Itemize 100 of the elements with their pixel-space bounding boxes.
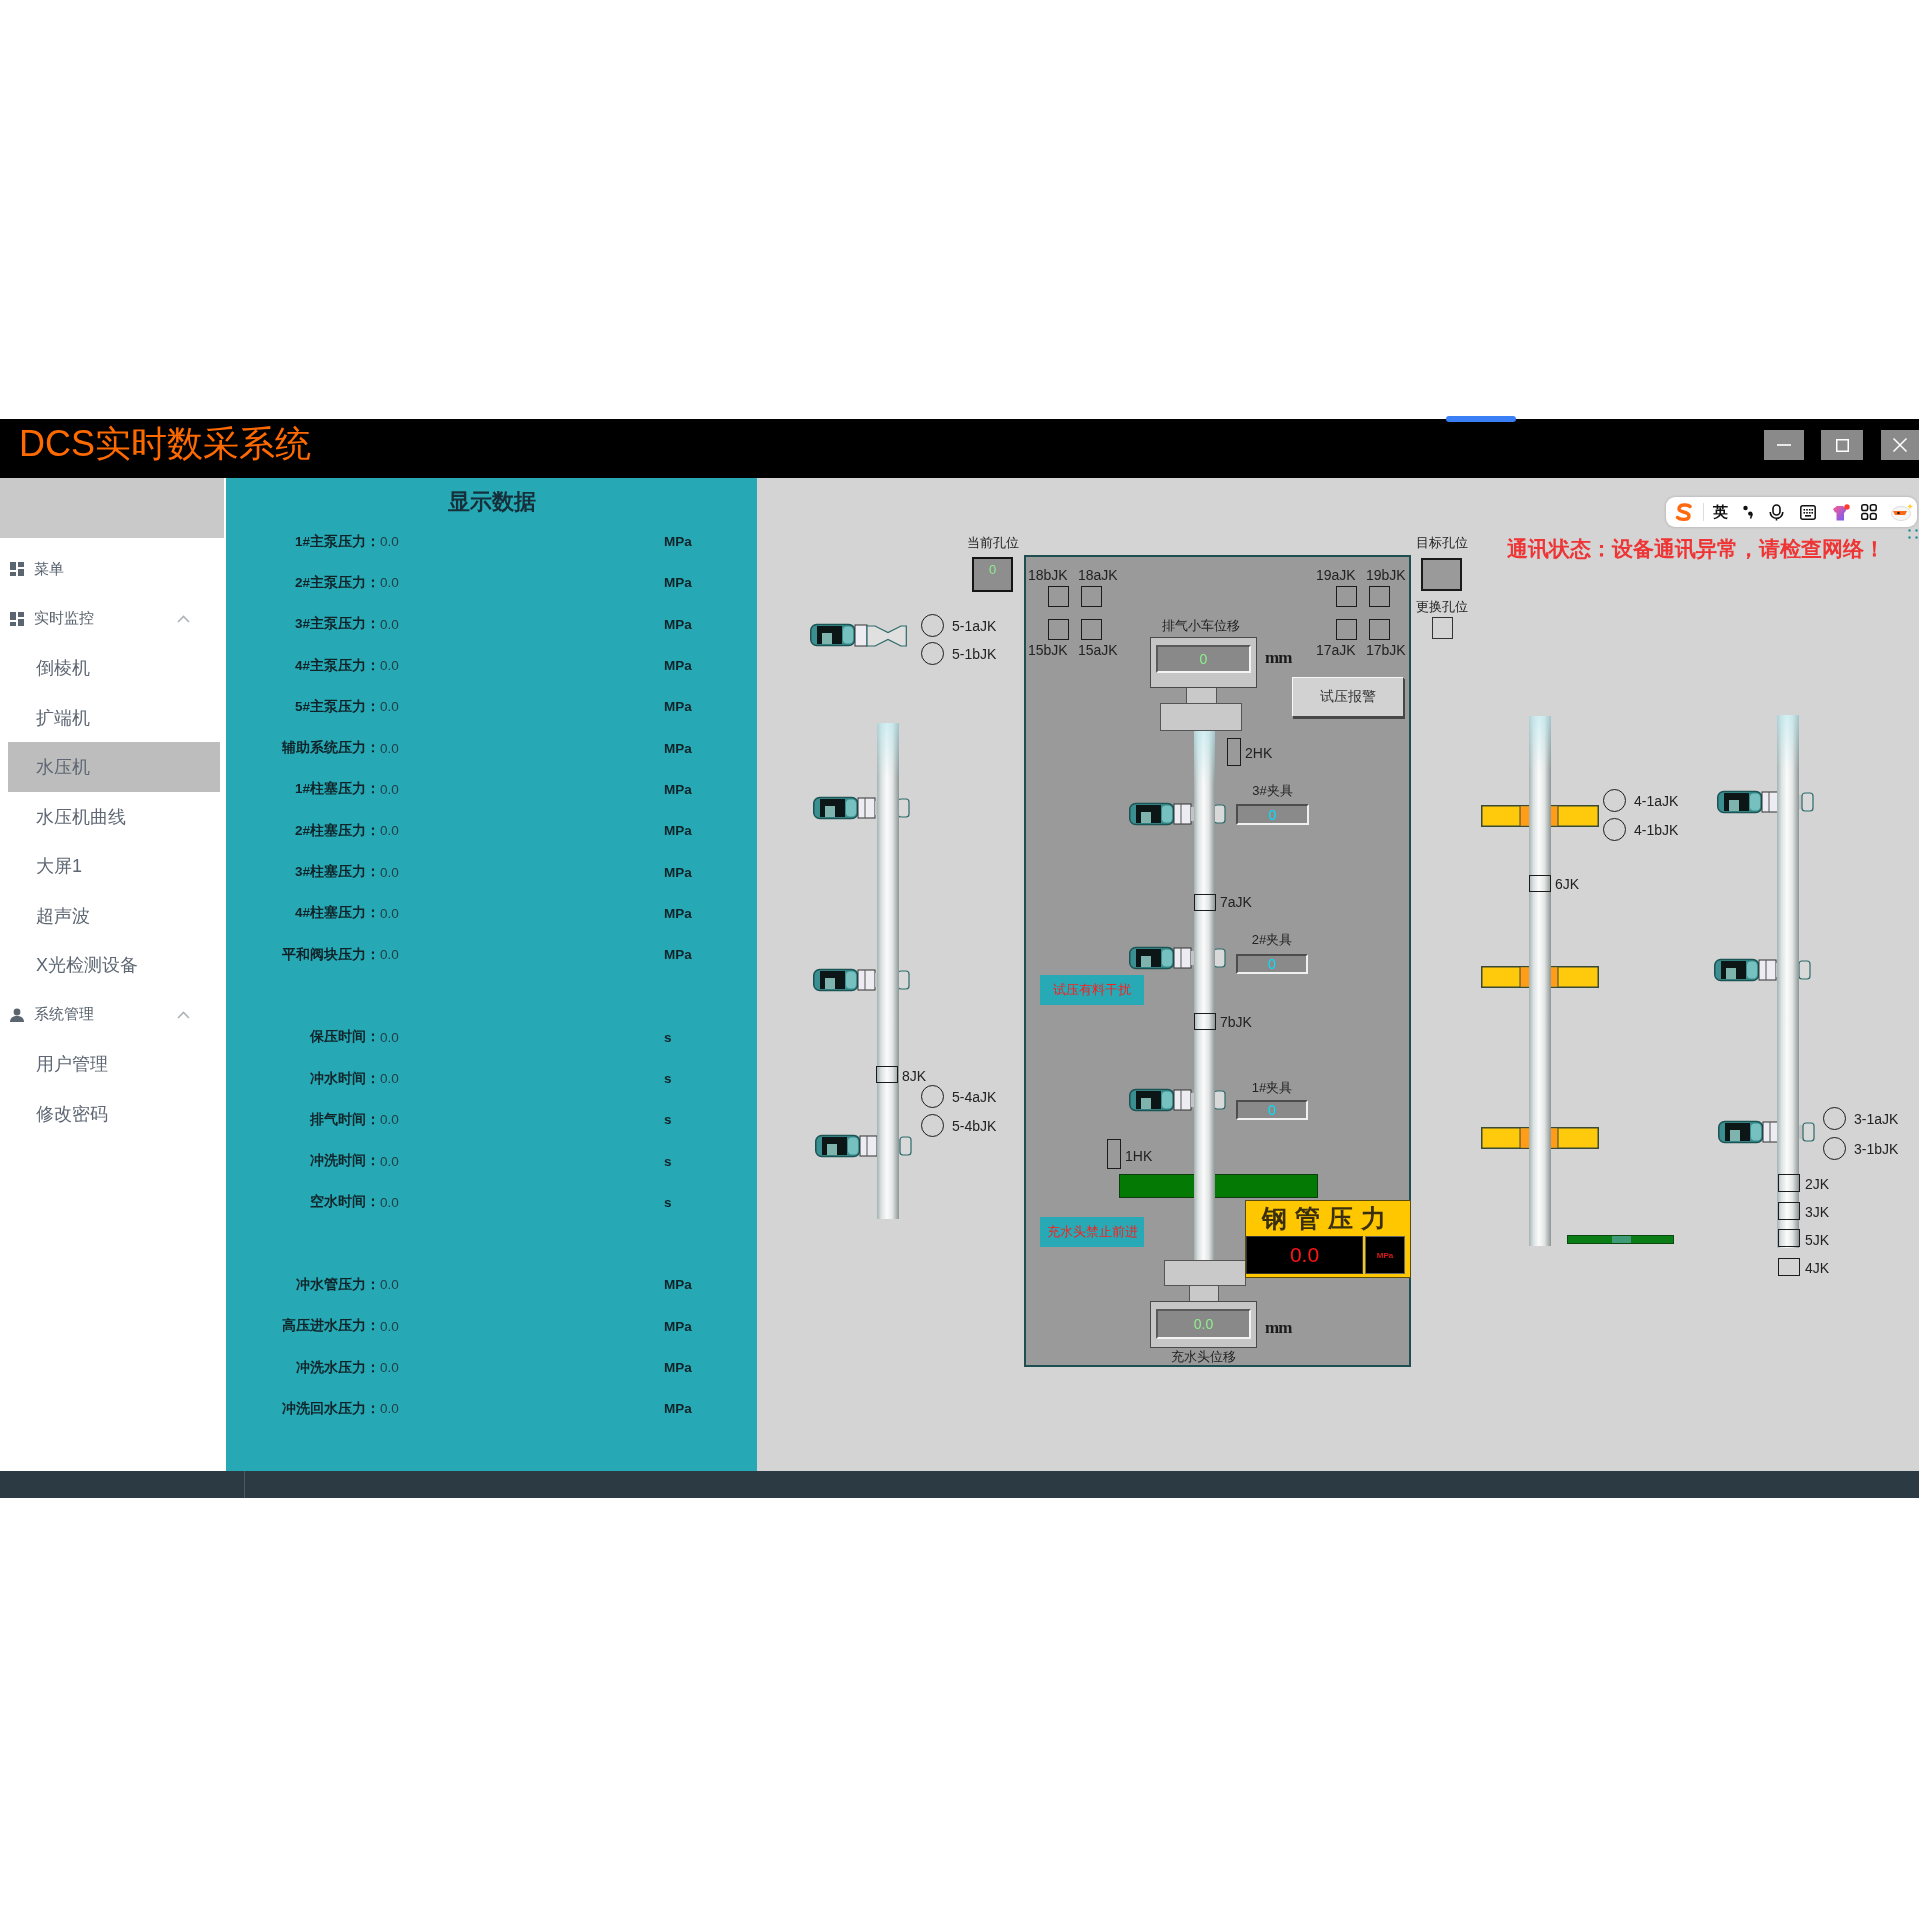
- indicator-label: 3-1bJK: [1854, 1140, 1899, 1157]
- clamp-label: 3#夹具: [1252, 783, 1293, 799]
- grid-icon: [10, 611, 24, 626]
- alarm-button[interactable]: 试压报警: [1292, 677, 1404, 717]
- data-label: 3#主泵压力：: [294, 615, 380, 634]
- display-label: 排气小车位移: [1162, 618, 1240, 634]
- data-unit: MPa: [664, 1401, 692, 1417]
- data-label: 排气时间：: [310, 1110, 380, 1129]
- grid-icon[interactable]: [1861, 504, 1878, 520]
- data-label: 平和阀块压力：: [282, 945, 380, 964]
- data-unit: s: [664, 1153, 672, 1169]
- data-label: 5#主泵压力：: [294, 697, 380, 716]
- data-label: 2#主泵压力：: [294, 573, 380, 592]
- indicator-label: 3JK: [1805, 1204, 1830, 1220]
- indicator-label: 5-4bJK: [952, 1117, 997, 1134]
- language-toggle[interactable]: 英: [1712, 503, 1728, 521]
- chevron-up-icon[interactable]: [177, 614, 190, 623]
- maximize-button[interactable]: [1821, 430, 1863, 460]
- menu-group-label[interactable]: 系统管理: [34, 1005, 94, 1025]
- data-label: 冲洗水压力：: [296, 1358, 380, 1377]
- menu-group-label[interactable]: 实时监控: [34, 609, 94, 629]
- data-unit: MPa: [664, 1277, 692, 1293]
- clamp-readout: 0: [1236, 954, 1308, 974]
- unit-label: mm: [1265, 1319, 1292, 1337]
- data-label: 4#主泵压力：: [294, 656, 380, 675]
- data-value: 0.0: [380, 658, 399, 674]
- data-unit: s: [664, 1071, 672, 1086]
- clamp-label: 1#夹具: [1251, 1080, 1293, 1096]
- data-value: 0.0: [380, 1071, 399, 1086]
- data-unit: s: [664, 1112, 672, 1128]
- indicator-label: 5-1aJK: [952, 617, 997, 634]
- data-unit: MPa: [664, 534, 692, 550]
- data-value: 0.0: [380, 1401, 399, 1417]
- microphone-icon[interactable]: [1768, 503, 1784, 521]
- indicator-label: 4JK: [1805, 1260, 1830, 1276]
- indicator-label: 4-1bJK: [1634, 821, 1679, 838]
- indicator-label: 6JK: [1555, 876, 1580, 892]
- data-unit: MPa: [664, 699, 692, 715]
- grid-icon: [10, 562, 24, 577]
- pressure-title: 钢管压力: [1262, 1203, 1394, 1234]
- data-unit: MPa: [664, 864, 692, 880]
- motor-icon: [810, 623, 907, 649]
- data-value: 0.0: [380, 1194, 399, 1210]
- mascot-icon[interactable]: [1890, 503, 1913, 521]
- data-value: 0.0: [380, 905, 399, 921]
- shirt-icon[interactable]: [1831, 503, 1850, 521]
- pressure-unit: MPa: [1365, 1236, 1405, 1274]
- minimize-button[interactable]: [1764, 430, 1804, 460]
- minimize-icon: [1777, 444, 1791, 446]
- menu-heading[interactable]: 菜单: [34, 559, 64, 579]
- menu-item[interactable]: X光检测设备: [8, 940, 220, 990]
- close-button[interactable]: [1881, 430, 1919, 460]
- menu-item[interactable]: 修改密码: [8, 1088, 220, 1139]
- data-unit: MPa: [664, 616, 692, 632]
- indicator-label: 17bJK: [1366, 642, 1406, 658]
- data-label: 高压进水压力：: [282, 1317, 380, 1336]
- clamp-label: 2#夹具: [1251, 932, 1293, 948]
- data-value: 0.0: [380, 1153, 399, 1169]
- indicator-label: 19bJK: [1366, 567, 1406, 583]
- menu-item[interactable]: 倒棱机: [8, 643, 220, 693]
- position-readout: 0: [1156, 645, 1251, 673]
- data-label: 冲水管压力：: [296, 1276, 380, 1294]
- data-label: 1#主泵压力：: [294, 532, 380, 551]
- menu-item[interactable]: 水压机: [8, 742, 220, 792]
- clamp-readout: 0: [1236, 804, 1309, 825]
- indicator-label: 18aJK: [1078, 567, 1118, 583]
- data-value: 0.0: [380, 864, 399, 880]
- menu-item[interactable]: 用户管理: [8, 1039, 220, 1089]
- menu-item[interactable]: 扩端机: [8, 692, 220, 743]
- data-value: 0.0: [380, 1318, 399, 1334]
- keyboard-icon[interactable]: [1799, 504, 1816, 520]
- data-label: 4#柱塞压力：: [294, 904, 380, 923]
- maximize-icon: [1835, 438, 1849, 452]
- data-unit: s: [664, 1194, 672, 1210]
- menu-item[interactable]: 大屏1: [8, 841, 220, 891]
- data-value: 0.0: [380, 1277, 399, 1293]
- change-hole-checkbox[interactable]: [1432, 617, 1453, 639]
- s-logo-icon[interactable]: [1675, 502, 1693, 522]
- menu-item[interactable]: 超声波: [8, 890, 220, 941]
- clamp-readout: 0: [1236, 1100, 1308, 1120]
- data-value: 0.0: [380, 575, 399, 591]
- indicator-label: 19aJK: [1316, 567, 1356, 583]
- data-unit: MPa: [664, 1360, 692, 1376]
- indicator-label: 7bJK: [1220, 1014, 1252, 1030]
- data-label: 辅助系统压力：: [282, 739, 380, 758]
- punctuation-icon[interactable]: [1743, 505, 1754, 519]
- data-value: 0.0: [380, 1029, 399, 1045]
- indicator-label: 5-1bJK: [952, 645, 997, 662]
- indicator-label: 8JK: [902, 1068, 927, 1084]
- field-label: 更换孔位: [1416, 599, 1468, 615]
- data-label: 3#柱塞压力：: [294, 863, 380, 881]
- display-label: 充水头位移: [1170, 1349, 1236, 1365]
- data-unit: MPa: [664, 781, 692, 797]
- data-value: 0.0: [380, 699, 399, 715]
- grip-icon: [1908, 529, 1918, 539]
- chevron-up-icon[interactable]: [177, 1010, 190, 1019]
- menu-item[interactable]: 水压机曲线: [8, 791, 220, 842]
- data-value: 0.0: [380, 1112, 399, 1128]
- data-label: 冲洗回水压力：: [282, 1399, 380, 1418]
- data-unit: MPa: [664, 905, 692, 921]
